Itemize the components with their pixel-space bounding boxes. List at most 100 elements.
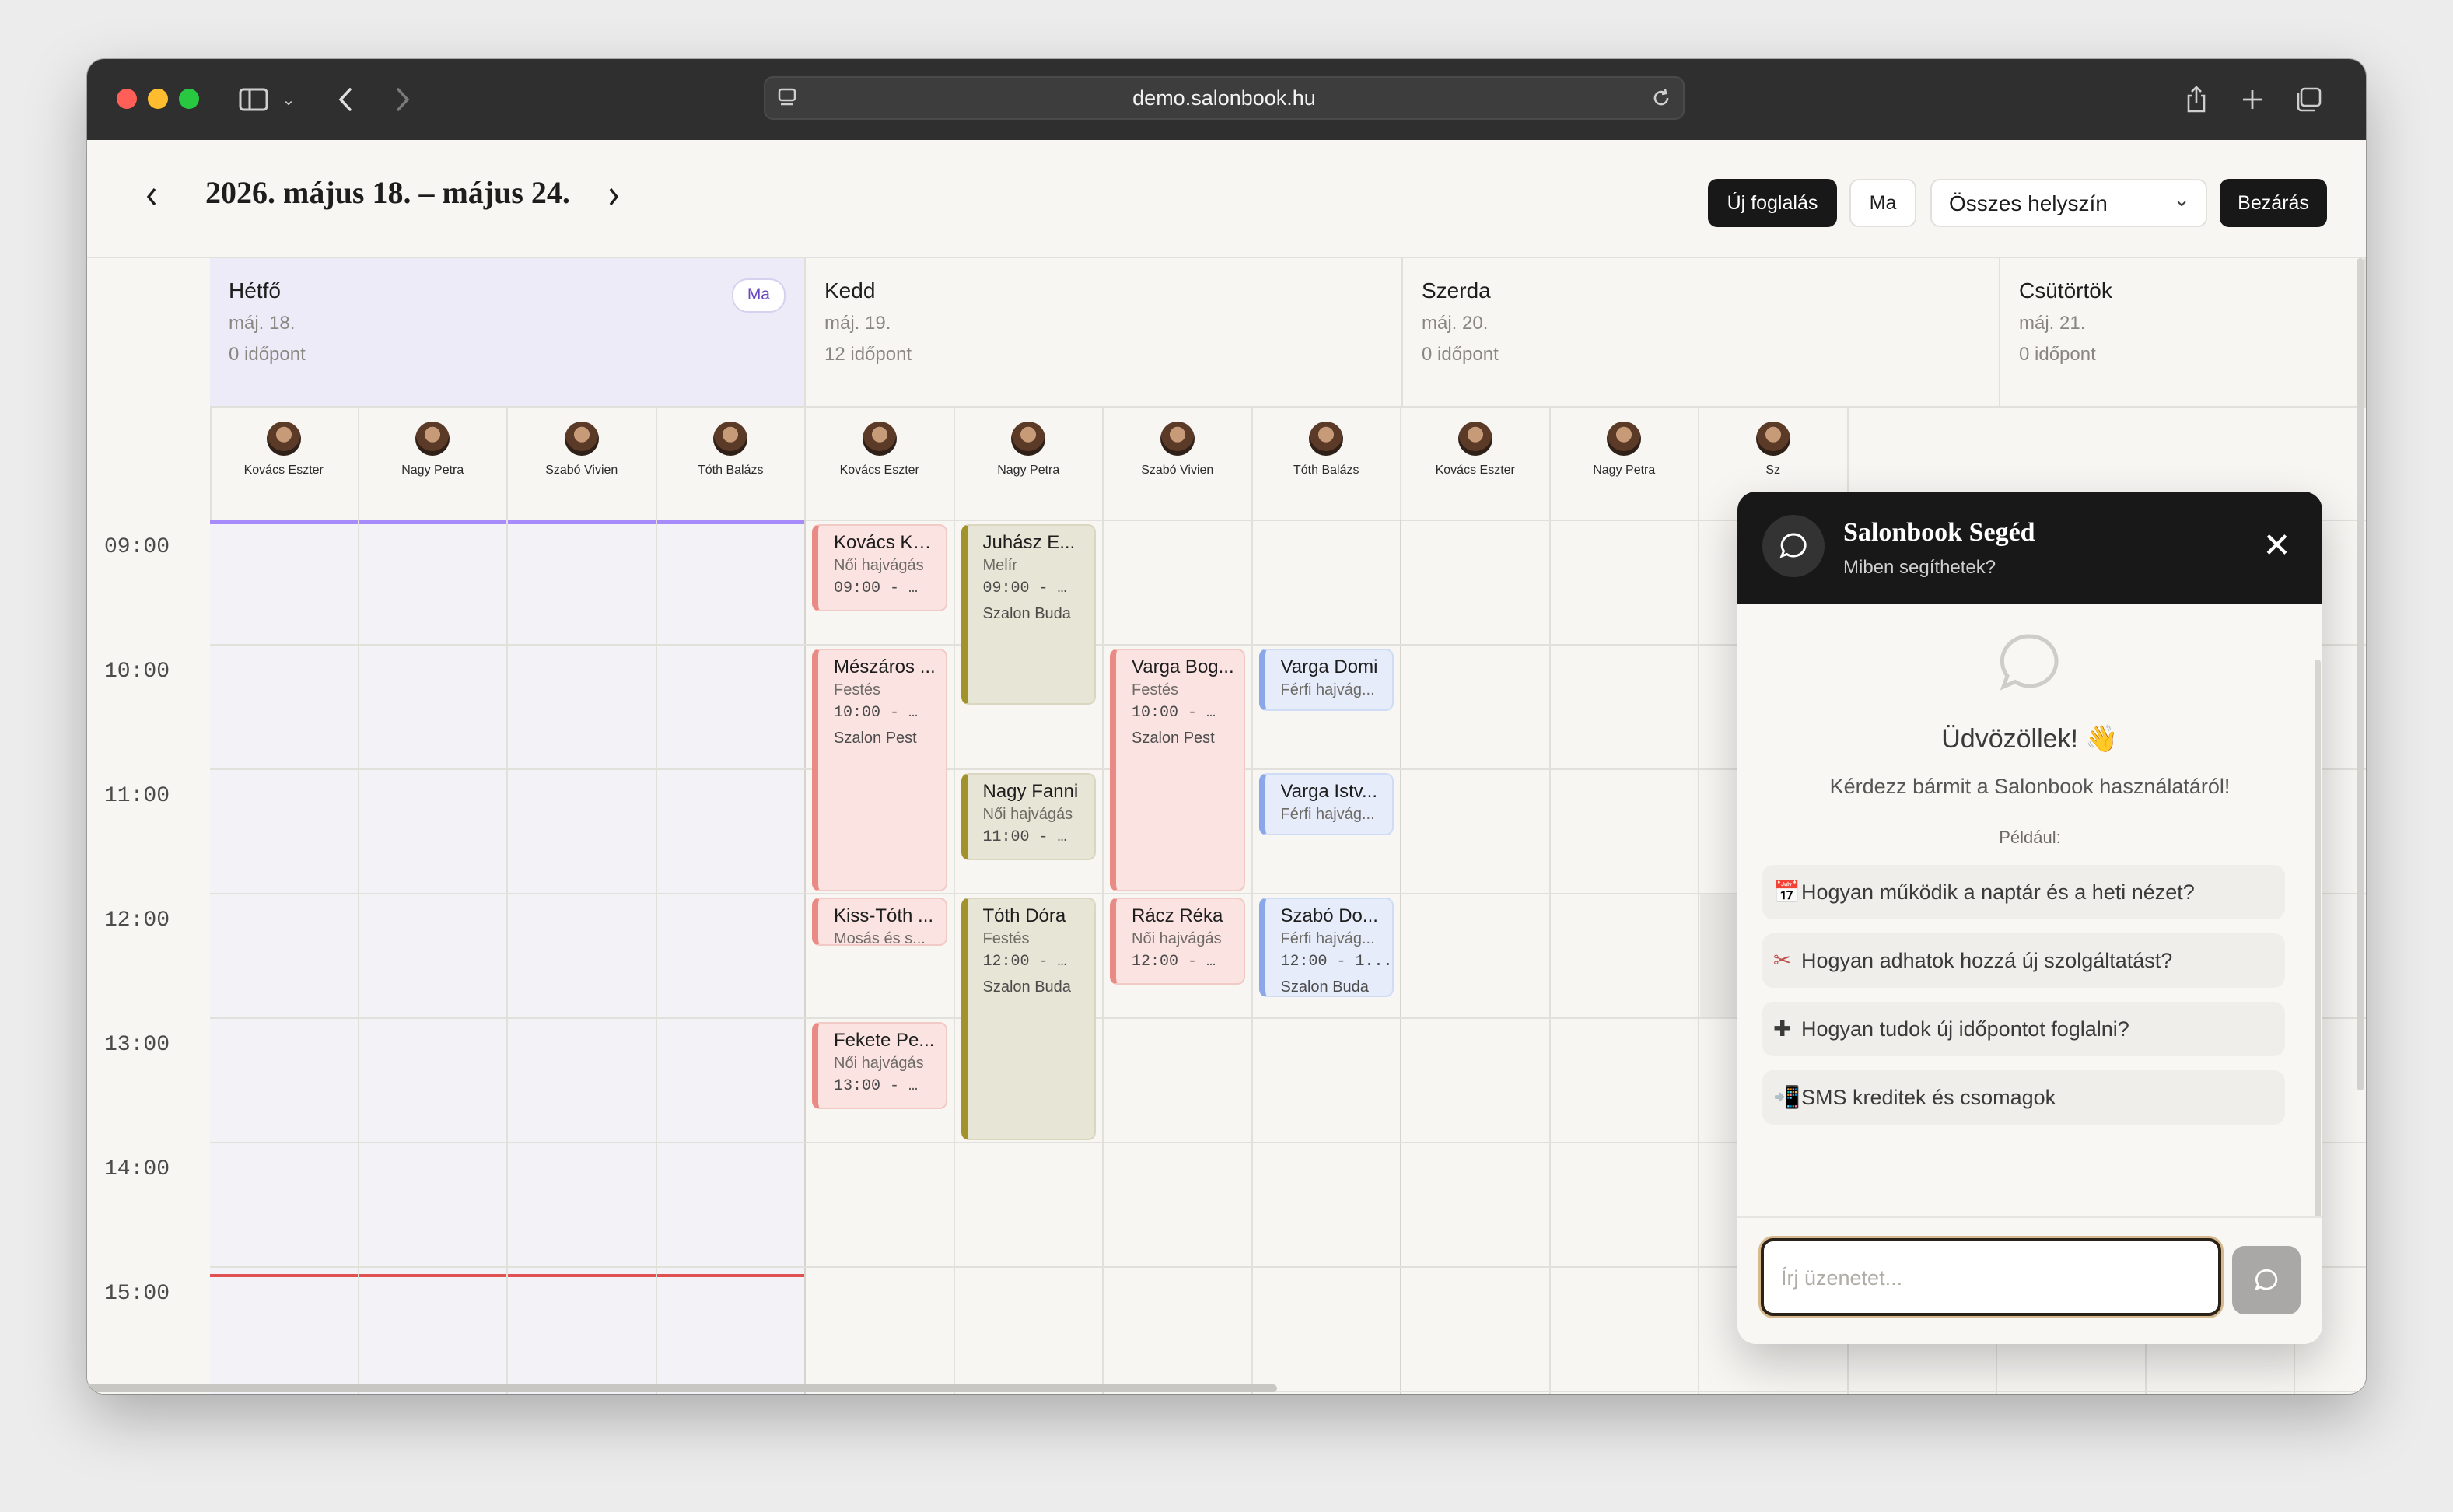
appointment-client: Juhász E... bbox=[982, 532, 1076, 553]
appointment-client: Tóth Dóra bbox=[982, 905, 1066, 926]
appointment-service: Női hajvágás bbox=[982, 806, 1073, 823]
appointment-card[interactable]: Kovács Ka... Női hajvágás 09:00 - … bbox=[812, 524, 947, 611]
share-icon[interactable] bbox=[2178, 81, 2215, 118]
chat-bubble-icon bbox=[1737, 628, 2322, 700]
staff-column[interactable] bbox=[657, 520, 806, 1394]
reload-icon[interactable] bbox=[1650, 87, 1672, 113]
staff-column-header[interactable]: Kovács Eszter bbox=[806, 408, 955, 520]
url-text: demo.salonbook.hu bbox=[1132, 86, 1316, 110]
day-date: máj. 21. bbox=[2019, 313, 2086, 334]
today-button[interactable]: Ma bbox=[1849, 179, 1916, 227]
appointment-time: 10:00 - … bbox=[834, 704, 919, 722]
appointment-service: Női hajvágás bbox=[834, 1055, 924, 1072]
staff-column-header[interactable]: Tóth Balázs bbox=[657, 408, 806, 520]
appointment-card[interactable]: Szabó Do... Férfi hajvág... 12:00 - 1... Sz… bbox=[1258, 898, 1394, 997]
assistant-chat-panel: Salonbook Segéd Miben segíthetek? ✕ Üdvö… bbox=[1737, 492, 2322, 1344]
staff-column[interactable] bbox=[508, 520, 657, 1394]
chevron-down-icon[interactable]: ⌄ bbox=[278, 81, 299, 118]
chat-message-input[interactable] bbox=[1779, 1241, 2203, 1314]
chat-header: Salonbook Segéd Miben segíthetek? ✕ bbox=[1737, 492, 2322, 604]
day-date: máj. 20. bbox=[1422, 313, 1489, 334]
staff-column[interactable] bbox=[359, 520, 508, 1394]
appointment-card[interactable]: Varga Istv... Férfi hajvág... bbox=[1258, 773, 1394, 835]
staff-column[interactable] bbox=[210, 520, 359, 1394]
appointment-card[interactable]: Kiss-Tóth ... Mosás és s... bbox=[812, 898, 947, 946]
sidebar-icon[interactable] bbox=[235, 81, 272, 118]
chat-scrollbar[interactable] bbox=[2315, 660, 2321, 1232]
time-labels: 09:00 10:00 11:00 12:00 13:00 14:00 15:00 bbox=[87, 520, 210, 1394]
staff-name: Szabó Vivien bbox=[1141, 464, 1214, 477]
day-name: Kedd bbox=[824, 278, 876, 303]
avatar bbox=[713, 422, 748, 456]
staff-column-header[interactable]: Nagy Petra bbox=[1551, 408, 1699, 520]
back-icon[interactable] bbox=[330, 81, 361, 118]
close-icon[interactable]: ✕ bbox=[2262, 526, 2291, 565]
browser-toolbar: ⌄ demo.salonbook.hu bbox=[87, 59, 2366, 140]
appointment-client: Varga Domi bbox=[1280, 656, 1378, 677]
prev-week-button[interactable] bbox=[132, 177, 171, 216]
staff-column-header[interactable]: Szabó Vivien bbox=[1104, 408, 1253, 520]
staff-column-header[interactable]: Kovács Eszter bbox=[210, 408, 359, 520]
chat-message-field[interactable] bbox=[1761, 1238, 2221, 1316]
staff-column[interactable] bbox=[1401, 520, 1551, 1394]
appointment-time: 13:00 - … bbox=[834, 1077, 919, 1095]
horizontal-scrollbar[interactable] bbox=[87, 1383, 1277, 1394]
staff-column-header[interactable]: Szabó Vivien bbox=[508, 408, 657, 520]
staff-name: Kovács Eszter bbox=[839, 464, 919, 477]
close-calendar-button[interactable]: Bezárás bbox=[2220, 179, 2327, 227]
suggestion-new-booking[interactable]: ✚ Hogyan tudok új időpontot foglalni? bbox=[1762, 1002, 2285, 1056]
appointment-card[interactable]: Varga Bog... Festés 10:00 - … Szalon Pest bbox=[1110, 649, 1245, 891]
appointment-service: Férfi hajvág... bbox=[1280, 681, 1375, 698]
staff-column[interactable] bbox=[1551, 520, 1699, 1394]
location-select[interactable]: Összes helyszín ⌄ bbox=[1930, 179, 2207, 227]
send-button[interactable] bbox=[2232, 1246, 2301, 1314]
suggestion-calendar[interactable]: 📅 Hogyan működik a naptár és a heti néze… bbox=[1762, 865, 2285, 919]
staff-name: Kovács Eszter bbox=[1435, 464, 1515, 477]
appointment-service: Férfi hajvág... bbox=[1280, 930, 1375, 947]
appointment-card[interactable]: Tóth Dóra Festés 12:00 - … Szalon Buda bbox=[961, 898, 1096, 1140]
appointment-card[interactable]: Juhász E... Melír 09:00 - … Szalon Buda bbox=[961, 524, 1096, 705]
staff-column-header[interactable]: Nagy Petra bbox=[359, 408, 508, 520]
appointment-card[interactable]: Varga Domi Férfi hajvág... bbox=[1258, 649, 1394, 711]
next-week-button[interactable] bbox=[594, 177, 633, 216]
calendar-page: 2026. május 18. – május 24. Új foglalás … bbox=[87, 140, 2366, 1394]
staff-column-header[interactable]: Tóth Balázs bbox=[1253, 408, 1401, 520]
avatar bbox=[1160, 422, 1195, 456]
suggestion-sms-credits[interactable]: 📲 SMS kreditek és csomagok bbox=[1762, 1070, 2285, 1125]
chat-subtitle: Miben segíthetek? bbox=[1843, 557, 1996, 578]
appointment-card[interactable]: Mészáros ... Festés 10:00 - … Szalon Pest bbox=[812, 649, 947, 891]
browser-window: ⌄ demo.salonbook.hu 2026. május 18. – má… bbox=[87, 59, 2366, 1394]
scissors-icon: ✂ bbox=[1773, 947, 1792, 973]
day-header-thursday[interactable]: Csütörtök máj. 21. 0 időpont bbox=[2000, 258, 2366, 408]
appointment-client: Varga Bog... bbox=[1132, 656, 1234, 677]
time-label: 12:00 bbox=[104, 908, 170, 933]
zoom-window-button[interactable] bbox=[179, 89, 199, 109]
appointment-card[interactable]: Nagy Fanni Női hajvágás 11:00 - … bbox=[961, 773, 1096, 860]
day-header-tuesday[interactable]: Kedd máj. 19. 12 időpont bbox=[806, 258, 1403, 408]
suggestion-add-service[interactable]: ✂ Hogyan adhatok hozzá új szolgáltatást? bbox=[1762, 933, 2285, 988]
minimize-window-button[interactable] bbox=[148, 89, 168, 109]
address-bar[interactable]: demo.salonbook.hu bbox=[764, 76, 1685, 120]
sms-phone-icon: 📲 bbox=[1773, 1084, 1800, 1110]
staff-column-header[interactable]: Nagy Petra bbox=[955, 408, 1104, 520]
appointment-service: Női hajvágás bbox=[1132, 930, 1222, 947]
scrollbar-thumb[interactable] bbox=[87, 1384, 1277, 1392]
day-header-wednesday[interactable]: Szerda máj. 20. 0 időpont bbox=[1403, 258, 2000, 408]
forward-icon[interactable] bbox=[387, 81, 418, 118]
chevron-down-icon: ⌄ bbox=[2173, 188, 2190, 212]
appointment-card[interactable]: Rácz Réka Női hajvágás 12:00 - … bbox=[1110, 898, 1245, 985]
tabs-overview-icon[interactable] bbox=[2290, 81, 2327, 118]
appointment-time: 10:00 - … bbox=[1132, 704, 1216, 722]
close-window-button[interactable] bbox=[117, 89, 137, 109]
new-tab-icon[interactable] bbox=[2234, 81, 2271, 118]
plus-icon: ✚ bbox=[1773, 1016, 1792, 1041]
appointment-client: Mészáros ... bbox=[834, 656, 936, 677]
time-label: 13:00 bbox=[104, 1033, 170, 1057]
day-header-monday[interactable]: Hétfő máj. 18. 0 időpont Ma bbox=[210, 258, 806, 408]
new-booking-button[interactable]: Új foglalás bbox=[1708, 179, 1837, 227]
chat-composer bbox=[1737, 1216, 2322, 1344]
appointment-card[interactable]: Fekete Pe... Női hajvágás 13:00 - … bbox=[812, 1022, 947, 1109]
staff-column-header[interactable]: Kovács Eszter bbox=[1401, 408, 1551, 520]
week-range-title: 2026. május 18. – május 24. bbox=[205, 175, 570, 210]
vertical-scrollbar[interactable] bbox=[2357, 258, 2364, 1090]
